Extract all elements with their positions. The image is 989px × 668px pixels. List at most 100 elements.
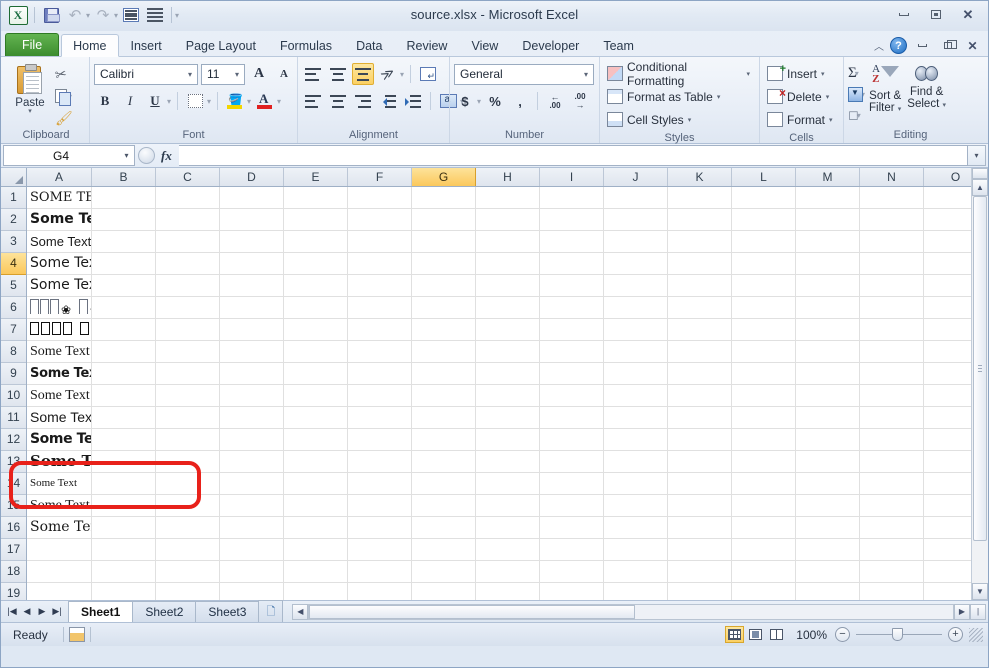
cell-A3[interactable]: Some Text (27, 231, 92, 252)
cell-O2[interactable] (924, 209, 971, 230)
row-header-12[interactable]: 12 (1, 429, 26, 451)
align-top-button[interactable] (302, 63, 324, 85)
cell-G1[interactable] (412, 187, 476, 208)
row-header-3[interactable]: 3 (1, 231, 26, 253)
cell-H8[interactable] (476, 341, 540, 362)
column-header-B[interactable]: B (92, 168, 156, 186)
row-header-10[interactable]: 10 (1, 385, 26, 407)
cell-B18[interactable] (92, 561, 156, 582)
cell-L11[interactable] (732, 407, 796, 428)
cell-B7[interactable] (92, 319, 156, 340)
cell-M8[interactable] (796, 341, 860, 362)
cell-O15[interactable] (924, 495, 971, 516)
cell-G13[interactable] (412, 451, 476, 472)
cell-D4[interactable] (220, 253, 284, 274)
cell-D9[interactable] (220, 363, 284, 384)
cell-L4[interactable] (732, 253, 796, 274)
cell-J11[interactable] (604, 407, 668, 428)
autosum-button[interactable]: Σ ▾ (848, 63, 865, 83)
cell-K19[interactable] (668, 583, 732, 600)
tab-page-layout[interactable]: Page Layout (174, 34, 268, 56)
cell-N11[interactable] (860, 407, 924, 428)
cell-M2[interactable] (796, 209, 860, 230)
align-middle-button[interactable] (327, 63, 349, 85)
cell-D18[interactable] (220, 561, 284, 582)
cell-E1[interactable] (284, 187, 348, 208)
cell-H4[interactable] (476, 253, 540, 274)
first-sheet-button[interactable]: |◀ (5, 606, 19, 617)
cell-C16[interactable] (156, 517, 220, 538)
insert-function-round-button[interactable] (138, 147, 155, 164)
cell-F18[interactable] (348, 561, 412, 582)
cell-J19[interactable] (604, 583, 668, 600)
cell-C5[interactable] (156, 275, 220, 296)
cell-I8[interactable] (540, 341, 604, 362)
cell-styles-button[interactable]: Cell Styles ▾ (604, 108, 696, 131)
cell-M11[interactable] (796, 407, 860, 428)
clear-button[interactable]: ◻ ▾ (848, 105, 865, 125)
cell-E8[interactable] (284, 341, 348, 362)
scroll-left-button[interactable]: ◀ (292, 604, 308, 620)
cell-C14[interactable] (156, 473, 220, 494)
cell-L12[interactable] (732, 429, 796, 450)
cell-I10[interactable] (540, 385, 604, 406)
cell-H3[interactable] (476, 231, 540, 252)
cell-L19[interactable] (732, 583, 796, 600)
increase-indent-button[interactable] (402, 90, 424, 112)
cell-L7[interactable] (732, 319, 796, 340)
last-sheet-button[interactable]: ▶| (50, 606, 64, 617)
zoom-level-label[interactable]: 100% (786, 628, 835, 642)
cell-K9[interactable] (668, 363, 732, 384)
row-header-17[interactable]: 17 (1, 539, 26, 561)
cell-N13[interactable] (860, 451, 924, 472)
cell-G18[interactable] (412, 561, 476, 582)
column-header-C[interactable]: C (156, 168, 220, 186)
column-header-M[interactable]: M (796, 168, 860, 186)
cell-C7[interactable] (156, 319, 220, 340)
formula-input[interactable] (179, 145, 968, 166)
cell-A8[interactable]: Some Text (27, 341, 92, 362)
cell-I11[interactable] (540, 407, 604, 428)
cell-N8[interactable] (860, 341, 924, 362)
tab-developer[interactable]: Developer (510, 34, 591, 56)
cell-K12[interactable] (668, 429, 732, 450)
row-header-2[interactable]: 2 (1, 209, 26, 231)
insert-worksheet-button[interactable]: 🗋 (258, 600, 283, 622)
cell-I15[interactable] (540, 495, 604, 516)
cell-H16[interactable] (476, 517, 540, 538)
column-header-N[interactable]: N (860, 168, 924, 186)
cell-H1[interactable] (476, 187, 540, 208)
help-icon[interactable]: ? (890, 37, 907, 54)
cell-D12[interactable] (220, 429, 284, 450)
cell-G11[interactable] (412, 407, 476, 428)
cell-G9[interactable] (412, 363, 476, 384)
cell-N5[interactable] (860, 275, 924, 296)
cell-M10[interactable] (796, 385, 860, 406)
cell-K14[interactable] (668, 473, 732, 494)
cell-A7[interactable] (27, 319, 92, 340)
paste-button[interactable]: Paste ▾ (7, 62, 53, 115)
cell-B15[interactable] (92, 495, 156, 516)
select-all-corner[interactable] (1, 168, 27, 186)
underline-button[interactable]: U (144, 90, 166, 112)
cell-A13[interactable]: Some Text (27, 451, 92, 472)
cell-J4[interactable] (604, 253, 668, 274)
cell-N6[interactable] (860, 297, 924, 318)
cell-E19[interactable] (284, 583, 348, 600)
cell-A5[interactable]: Some Text (27, 275, 92, 296)
cut-button[interactable]: ✂ (55, 64, 73, 84)
cell-M1[interactable] (796, 187, 860, 208)
row-header-11[interactable]: 11 (1, 407, 26, 429)
cell-O3[interactable] (924, 231, 971, 252)
cell-H19[interactable] (476, 583, 540, 600)
increase-decimal-button[interactable]: ←.00 (544, 90, 566, 112)
cell-L14[interactable] (732, 473, 796, 494)
cell-K1[interactable] (668, 187, 732, 208)
cell-M15[interactable] (796, 495, 860, 516)
cell-I17[interactable] (540, 539, 604, 560)
fx-icon[interactable]: fx (157, 148, 176, 164)
cell-N12[interactable] (860, 429, 924, 450)
cell-I6[interactable] (540, 297, 604, 318)
workbook-minimize-button[interactable] (913, 38, 932, 54)
cell-D7[interactable] (220, 319, 284, 340)
